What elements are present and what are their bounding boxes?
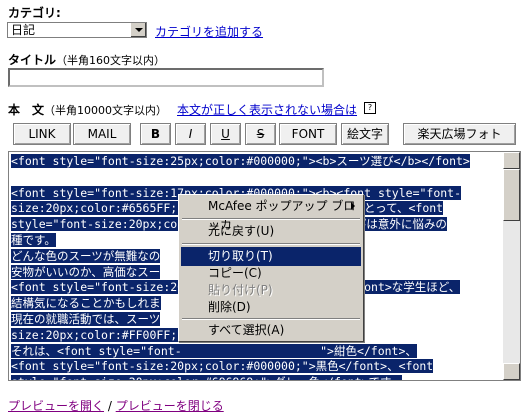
preview-separator: / [104,399,116,413]
emoji-button[interactable]: 絵文字 [341,123,389,145]
editor-line: <font style="font-size:20px;color:#00000… [11,359,501,375]
menu-item-delete[interactable]: 削除(D) [181,298,361,317]
preview-close-link[interactable]: プレビューを閉じる [116,399,224,413]
category-select[interactable]: 日記 [7,22,147,38]
context-menu: McAfee ポップアップ ブロッカ 元に戻す(U) 切り取り(T) コピー(C… [178,194,364,342]
body-label-row: 本 文（半角10000文字以内） [8,101,167,118]
selected-text: 現在の就職活動では、スーツ [11,311,161,326]
display-help-link[interactable]: 本文が正しく表示されない場合は [177,101,357,118]
chevron-down-icon[interactable] [130,23,146,37]
title-label: タイトル [8,53,57,67]
preview-links: プレビューを開く / プレビューを閉じる [8,397,224,414]
scrollbar-thumb[interactable] [503,169,520,221]
menu-item-mcafee-popup-blocker[interactable]: McAfee ポップアップ ブロッカ [181,197,361,232]
selected-text: 種です。 [11,232,56,247]
body-note: （半角10000文字以内） [44,104,168,117]
title-note: （半角160文字以内） [56,54,166,67]
selected-text: <font style="font-size:20px;color:#00000… [11,359,434,374]
selected-text: 結構気になることかもしれま [11,296,161,311]
editor-line: style="font-size:20px;color:#696969;">グレ… [11,375,501,380]
vertical-scrollbar[interactable] [503,152,520,380]
bold-button[interactable]: B [140,123,171,145]
menu-separator [182,318,360,320]
mail-button[interactable]: MAIL [73,123,131,145]
title-label-row: タイトル（半角160文字以内） [8,51,165,68]
category-selected-value: 日記 [11,23,36,37]
rakuten-photo-button[interactable]: 楽天広場フォト [403,123,516,145]
selected-text: style="font-size:20px;color:#696969;">グレ… [11,375,402,380]
menu-separator [182,243,360,245]
underline-button[interactable]: U [210,123,241,145]
selected-text: <font style="font-size:25px;color:#00000… [11,154,470,168]
editor-line: <font style="font-size:25px;color:#00000… [11,154,501,170]
menu-separator [182,218,360,220]
title-input[interactable] [8,68,324,87]
category-label: カテゴリ: [8,6,61,20]
link-button[interactable]: LINK [13,123,71,145]
selected-text: それは、<font style="font- ">紺色</font>、 [11,343,417,358]
preview-open-link[interactable]: プレビューを開く [8,399,104,413]
strike-button[interactable]: S [245,123,276,145]
help-icon[interactable]: ? [364,102,376,114]
editor-line: それは、<font style="font- ">紺色</font>、 [11,343,501,360]
scroll-up-arrow-icon[interactable] [503,152,520,169]
menu-item-undo[interactable]: 元に戻す(U) [181,222,361,241]
scroll-down-arrow-icon[interactable] [503,363,520,380]
selected-text: どんな色のスーツが無難なの [11,248,161,263]
menu-item-select-all[interactable]: すべて選択(A) [181,321,361,340]
selected-text: 安物がいいのか、高価なスー [11,264,161,279]
selected-text: size:20px;color:#FF00FF;"> [11,327,192,342]
add-category-link[interactable]: カテゴリを追加する [155,23,263,40]
body-label: 本 文 [8,103,45,117]
italic-button[interactable]: I [175,123,206,145]
submenu-arrow-icon [351,202,355,210]
font-button[interactable]: FONT [279,123,337,145]
